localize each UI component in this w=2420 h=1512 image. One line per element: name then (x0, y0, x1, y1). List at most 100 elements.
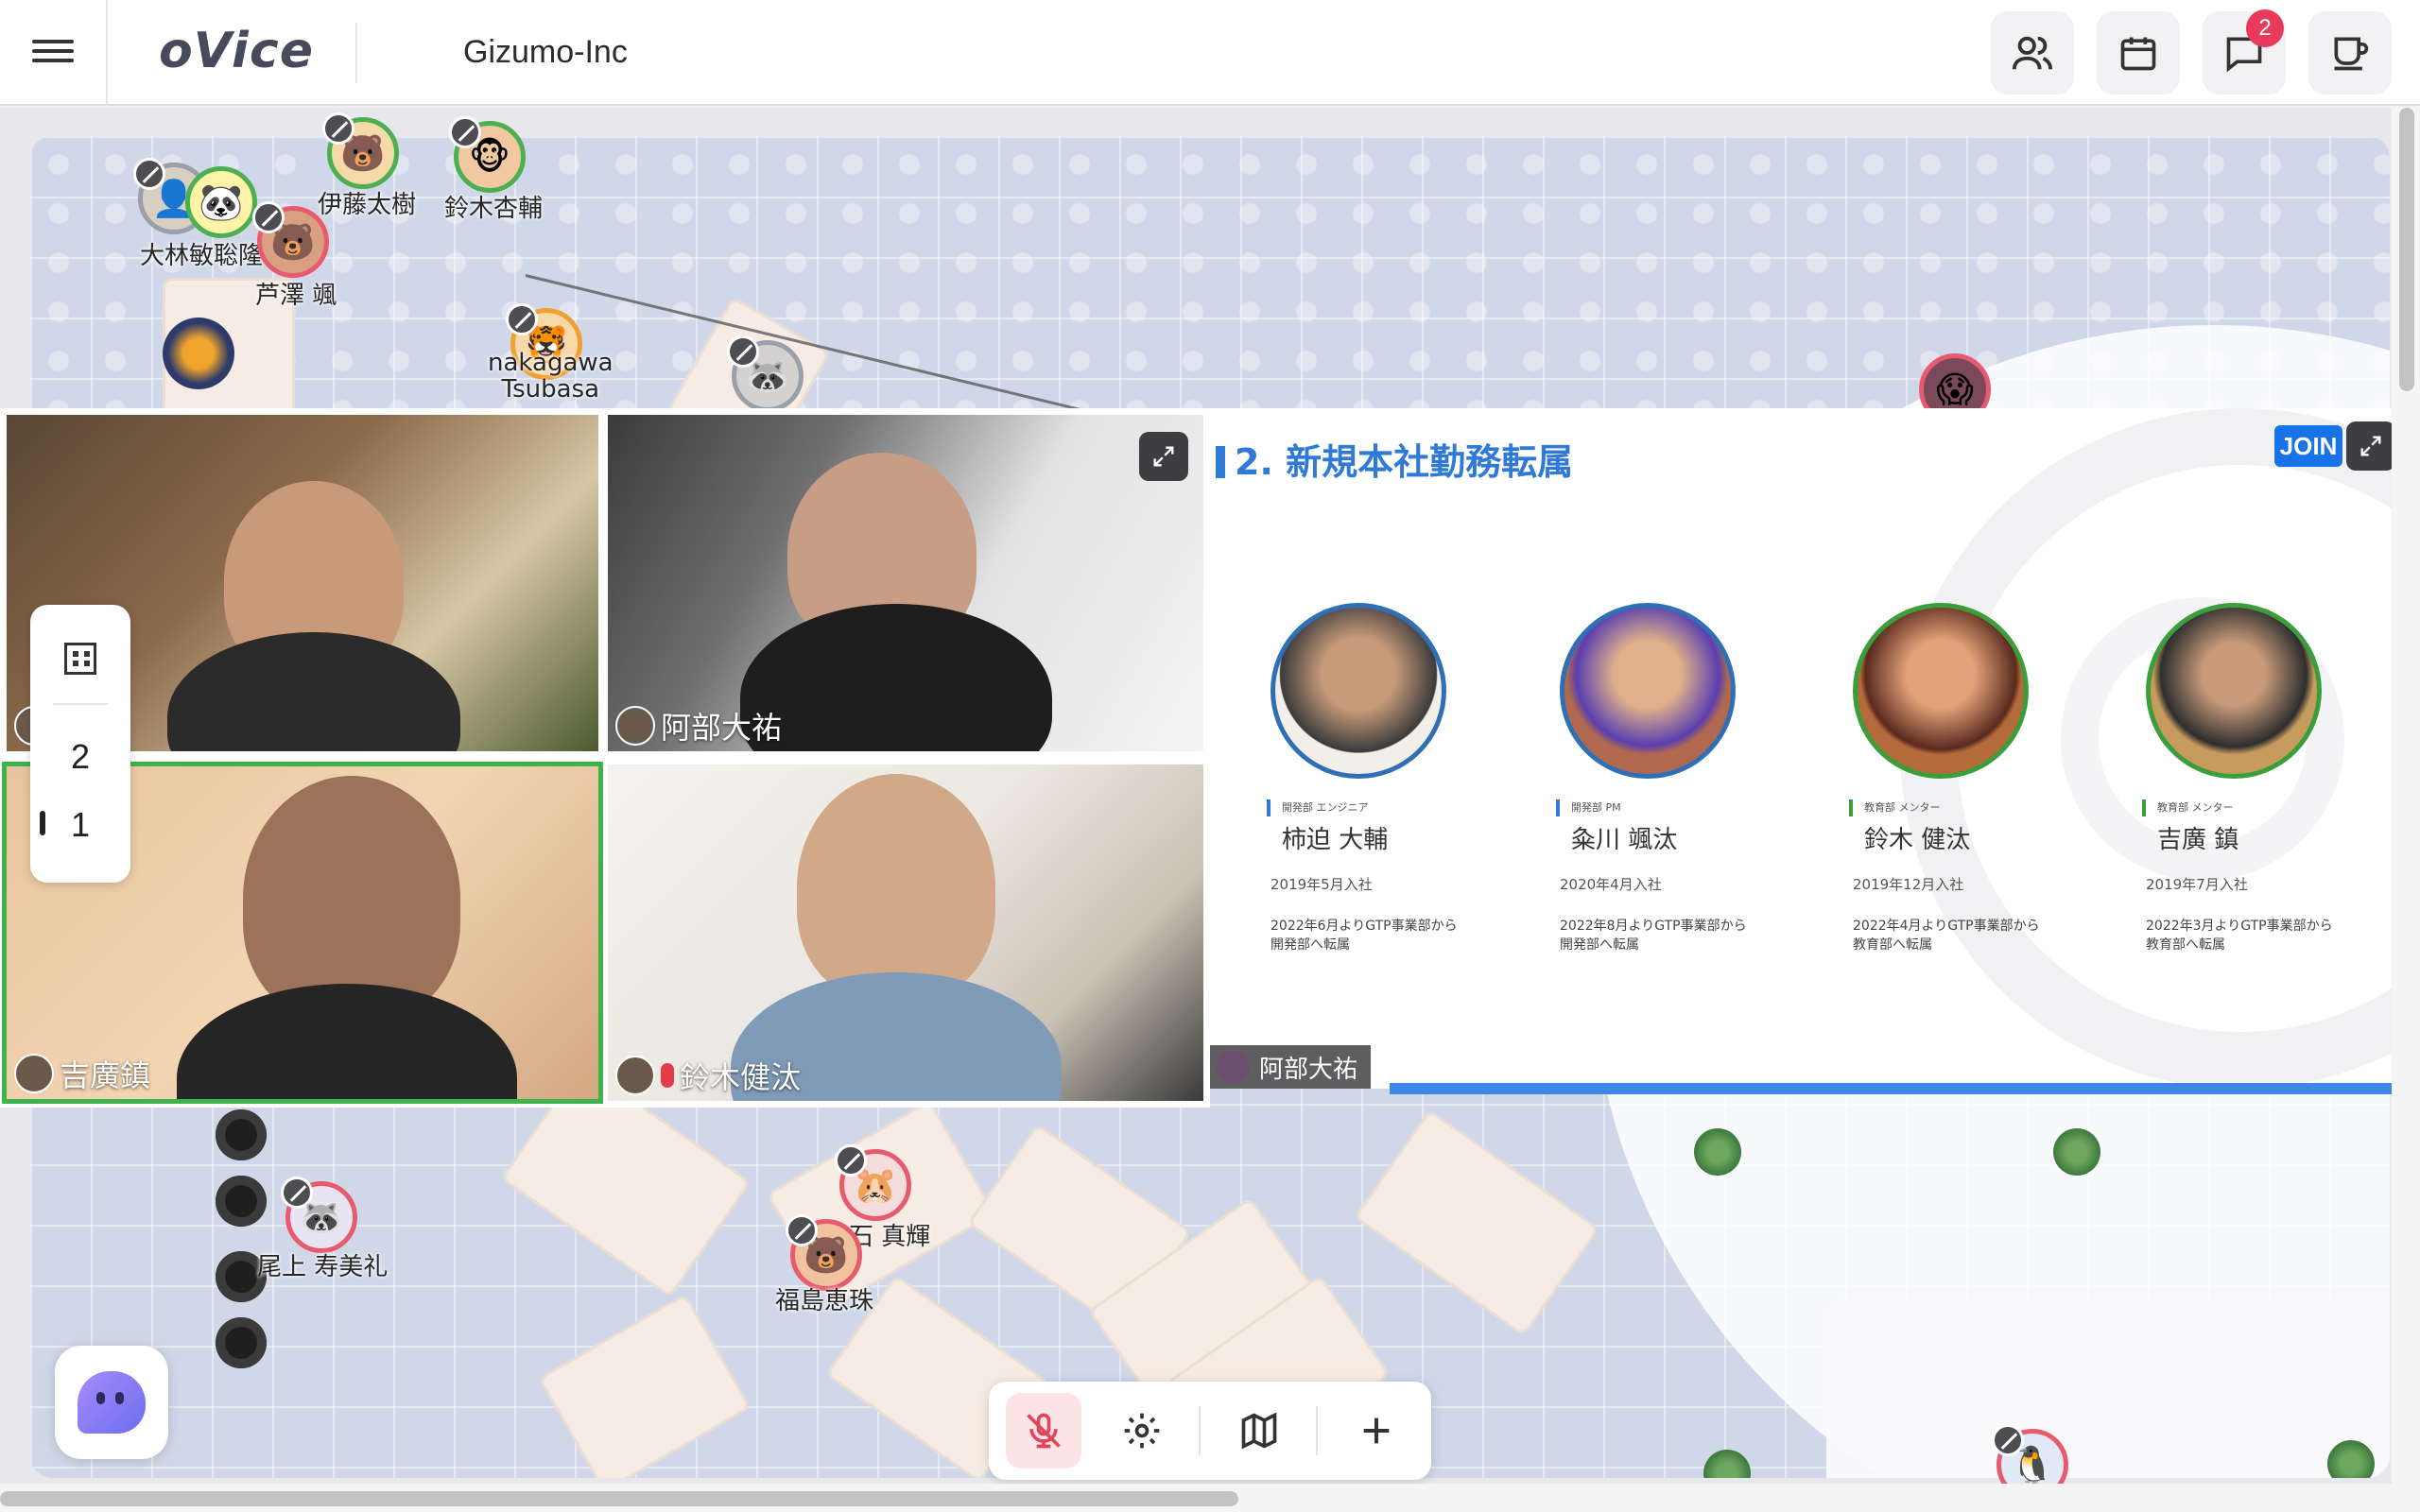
user-name: 大林敏聡隆 (140, 242, 264, 270)
ovice-app: oVice Gizumo-Inc 2 🐻 伊藤太樹 🐵 鈴木杏輔 👤 🐼 大林敏… (0, 0, 2420, 1512)
user-mini-avatar (14, 1054, 54, 1093)
user-avatar[interactable]: 🐹 (835, 1144, 911, 1221)
user-name: 芦澤 颯 (255, 282, 337, 310)
scroll-thumb[interactable] (2399, 108, 2414, 391)
mic-off-icon (506, 303, 538, 335)
coffee-break-button[interactable] (2308, 11, 2392, 94)
vertical-scrollbar[interactable] (2392, 108, 2420, 1484)
chair (216, 1109, 267, 1160)
member-joined: 2019年5月入社 (1270, 876, 1373, 893)
calendar-button[interactable] (2097, 11, 2180, 94)
user-avatar[interactable]: 🐻 (322, 112, 399, 189)
floor-1-button[interactable]: 1 (30, 805, 130, 845)
user-avatar[interactable]: 🐵 (449, 116, 526, 193)
user-name: 尾上 寿美礼 (257, 1253, 389, 1281)
user-mini-avatar (615, 1056, 655, 1095)
chat-unread-badge: 2 (2246, 9, 2284, 47)
member-name: 鈴木 健汰 (1864, 826, 1971, 854)
expand-video-button[interactable] (1139, 432, 1188, 481)
desk (538, 1293, 752, 1478)
presenter-avatar (1216, 1050, 1250, 1084)
member-card: 教育部 メンター 鈴木 健汰 2019年12月入社 2022年4月よりGTP事業… (1824, 603, 2070, 954)
mic-toggle-button[interactable] (1006, 1393, 1081, 1469)
member-role: 教育部 メンター (1849, 799, 2070, 816)
users-button[interactable] (1991, 11, 2074, 94)
chatbot-icon (78, 1371, 146, 1434)
member-name: 粂川 颯汰 (1571, 826, 1678, 854)
user-avatar[interactable]: 🐻 (786, 1214, 862, 1291)
member-joined: 2019年12月入社 (1853, 876, 1964, 893)
space-name: Gizumo-Inc (463, 34, 628, 70)
member-role: 教育部 メンター (2142, 799, 2363, 816)
top-header: oVice Gizumo-Inc 2 (0, 0, 2420, 106)
video-label: 阿部大祐 (615, 704, 782, 747)
toolbar-divider (1316, 1406, 1318, 1455)
panda-avatar-icon: 🐼 (199, 180, 244, 223)
user-name: 鈴木杏輔 (444, 195, 544, 223)
member-name: 柿迫 大輔 (1282, 826, 1389, 854)
menu-icon[interactable] (28, 34, 78, 72)
assistant-button[interactable] (55, 1346, 168, 1459)
mic-off-icon (133, 158, 165, 190)
mic-off-icon (1992, 1424, 2024, 1456)
building-icon[interactable] (64, 643, 96, 675)
member-joined: 2019年7月入社 (2146, 876, 2248, 893)
expand-share-button[interactable] (2346, 421, 2395, 471)
chat-button[interactable]: 2 (2203, 9, 2286, 94)
screen-share-panel: 2. 新規本社勤務転属 JOIN 開発部 エンジニア 柿迫 大輔 2019年5月… (1210, 408, 2420, 1089)
photo-avatar-icon: 😱 (1936, 369, 1974, 410)
member-photo (1853, 603, 2029, 779)
stage-area (1826, 1298, 2390, 1478)
floor-2-button[interactable]: 2 (30, 737, 130, 777)
user-name: nakagawa Tsubasa (488, 349, 614, 404)
video-label: 鈴木健汰 (615, 1054, 801, 1097)
member-photo (1560, 603, 1736, 779)
user-avatar[interactable]: 🐻 (252, 201, 329, 278)
horizontal-scrollbar[interactable] (0, 1484, 2420, 1512)
scroll-thumb[interactable] (0, 1491, 1238, 1506)
participant-face (797, 774, 995, 1001)
member-joined: 2020年4月入社 (1560, 876, 1662, 893)
member-name: 吉廣 鎮 (2157, 826, 2239, 854)
presenter-name: 阿部大祐 (1259, 1055, 1358, 1084)
mic-off-icon (727, 335, 759, 368)
video-label: 吉廣鎮 (14, 1052, 150, 1095)
user-avatar[interactable]: 🐼 (185, 166, 257, 238)
member-role: 開発部 PM (1556, 799, 1777, 816)
member-note: 2022年6月よりGTP事業部から開発部へ転属 (1270, 919, 1458, 953)
mic-off-icon (786, 1214, 818, 1246)
plant (1703, 1450, 1751, 1478)
plant (2053, 1128, 2100, 1176)
map-button[interactable] (1221, 1393, 1297, 1469)
header-divider (355, 23, 357, 83)
map-icon (1241, 1412, 1277, 1450)
gear-icon (1124, 1413, 1160, 1449)
member-note: 2022年3月よりGTP事業部から教育部へ転属 (2146, 919, 2333, 953)
decoration (163, 318, 234, 389)
add-button[interactable] (1339, 1393, 1414, 1469)
header-divider (106, 0, 108, 106)
mic-off-icon (322, 112, 354, 145)
user-avatar[interactable]: 🦝 (727, 335, 804, 412)
mic-off-icon (1027, 1413, 1061, 1449)
video-tile[interactable]: 阿部大祐 (605, 412, 1206, 754)
video-grid: 大地 阿部大祐 吉廣鎮 鈴木健汰 (0, 408, 1210, 1108)
member-note: 2022年8月よりGTP事業部から開発部へ転属 (1560, 919, 1747, 953)
participant-name: 鈴木健汰 (680, 1059, 802, 1095)
video-tile[interactable]: 鈴木健汰 (605, 762, 1206, 1104)
user-mini-avatar (615, 706, 655, 746)
toolbar-divider (1199, 1406, 1201, 1455)
chair (216, 1176, 267, 1227)
user-avatar[interactable]: 🦝 (281, 1177, 357, 1253)
mic-off-icon (449, 116, 481, 148)
mic-off-icon (281, 1177, 313, 1209)
bottom-toolbar (989, 1382, 1431, 1480)
settings-button[interactable] (1104, 1393, 1180, 1469)
floor-selector: 2 1 (30, 605, 130, 883)
divider (53, 703, 108, 705)
member-role: 開発部 エンジニア (1267, 799, 1488, 816)
join-share-button[interactable]: JOIN (2274, 425, 2342, 467)
member-card: 開発部 PM 粂川 颯汰 2020年4月入社 2022年8月よりGTP事業部から… (1531, 603, 1777, 954)
participant-body (167, 632, 460, 751)
mic-off-icon (252, 201, 285, 233)
